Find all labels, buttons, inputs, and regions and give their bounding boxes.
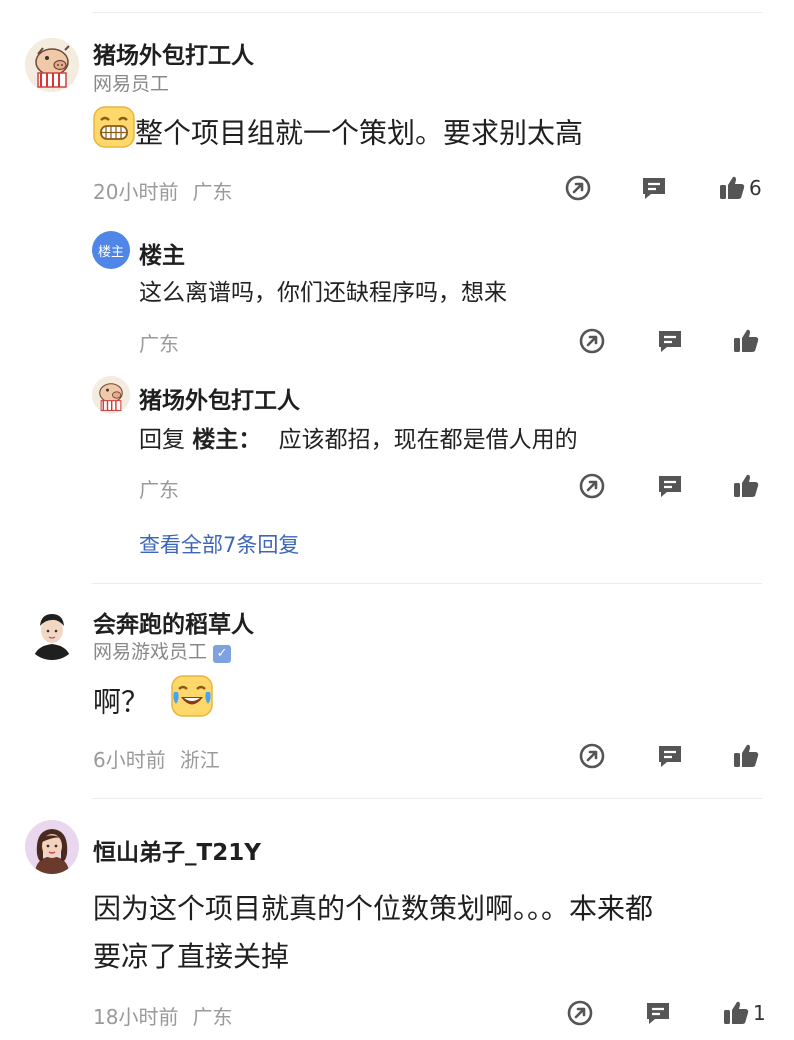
reply-button[interactable] <box>656 326 684 356</box>
laughing-tears-emoji-icon <box>170 674 214 733</box>
reply-button[interactable] <box>656 471 684 501</box>
reply-author[interactable]: 楼主 <box>139 236 185 270</box>
reply-to-user[interactable]: 楼主： <box>192 427 261 453</box>
comment-icon <box>647 1003 669 1024</box>
comment-time: 20小时前 <box>93 180 179 204</box>
comment-icon <box>659 746 681 767</box>
reply-button[interactable] <box>656 741 684 771</box>
reply-button[interactable] <box>644 998 672 1028</box>
like-button[interactable] <box>732 471 760 501</box>
reply-text: 这么离谱吗，你们还缺程序吗，想来 <box>139 280 507 306</box>
reply-location: 广东 <box>139 332 179 356</box>
comment-time: 6小时前 <box>93 748 166 772</box>
thumbs-up-icon <box>734 744 759 767</box>
comment-location: 广东 <box>192 1005 233 1029</box>
comment-text: 因为这个项目就真的个位数策划啊。。。本来都 要凉了直接关掉 <box>93 885 653 981</box>
comment-location: 广东 <box>192 180 233 204</box>
author-title-text: 网易游戏员工 <box>93 641 208 663</box>
share-icon <box>579 743 605 769</box>
like-count: 6 <box>749 176 762 200</box>
avatar-girl[interactable] <box>25 820 79 874</box>
like-button[interactable] <box>732 326 760 356</box>
comment-meta: 6小时前 浙江 <box>93 744 220 773</box>
like-count: 1 <box>753 1001 766 1025</box>
thumbs-up-icon <box>720 176 745 199</box>
verified-badge-icon: ✓ <box>213 645 232 663</box>
avatar-pig[interactable] <box>92 376 130 414</box>
comment-text-body: 整个项目组就一个策划。要求别太高 <box>135 116 584 150</box>
avatar-scarecrow[interactable] <box>25 606 79 660</box>
comment-meta: 18小时前 广东 <box>93 1001 232 1030</box>
share-button[interactable] <box>566 998 594 1028</box>
like-button[interactable] <box>732 741 763 771</box>
reply-author[interactable]: 猪场外包打工人 <box>139 381 300 415</box>
comment-text: 啊？ <box>93 674 214 733</box>
comment-text-body: 啊？ <box>93 685 150 719</box>
comment-icon <box>659 331 681 352</box>
share-button[interactable] <box>578 741 606 771</box>
comment-meta: 20小时前 广东 <box>93 176 232 205</box>
view-all-replies-link[interactable]: 查看全部7条回复 <box>139 529 299 559</box>
comment-author[interactable]: 会奔跑的稻草人 <box>93 605 254 639</box>
top-divider <box>92 12 762 13</box>
thumbs-up-icon <box>734 329 759 352</box>
reply-text: 回复 楼主： 应该都招，现在都是借人用的 <box>139 420 578 454</box>
like-button[interactable]: 1 <box>722 998 766 1028</box>
comment-location: 浙江 <box>179 748 220 772</box>
share-icon <box>565 175 591 201</box>
share-icon <box>567 1000 593 1026</box>
like-button[interactable]: 6 <box>718 173 762 203</box>
share-icon <box>579 328 605 354</box>
reply-body: 应该都招，现在都是借人用的 <box>278 427 578 453</box>
reply-actions <box>560 326 770 356</box>
comment-text-line: 因为这个项目就真的个位数策划啊。。。本来都 <box>93 892 654 925</box>
comment-author[interactable]: 恒山弟子_T21Y <box>93 833 261 867</box>
avatar-op-badge[interactable]: 楼主 <box>92 231 130 269</box>
thumbs-up-icon <box>734 474 759 497</box>
comment-divider <box>92 583 762 584</box>
share-button[interactable] <box>578 471 606 501</box>
comment-actions: 6 <box>560 173 770 203</box>
comment-text-line: 要凉了直接关掉 <box>93 940 290 973</box>
thumbs-up-icon <box>724 1001 749 1024</box>
share-icon <box>579 473 605 499</box>
comment-divider <box>92 798 762 799</box>
share-button[interactable] <box>564 173 592 203</box>
author-title: 网易游戏员工 ✓ <box>93 637 232 664</box>
share-button[interactable] <box>578 326 606 356</box>
reply-prefix: 回复 <box>139 427 185 453</box>
comment-text: 整个项目组就一个策划。要求别太高 <box>93 106 583 163</box>
author-title: 网易员工 <box>93 73 170 95</box>
avatar-pig[interactable] <box>25 38 79 92</box>
avatar-op-label: 楼主 <box>97 244 124 260</box>
comment-author[interactable]: 猪场外包打工人 <box>93 36 254 70</box>
reply-button[interactable] <box>640 173 668 203</box>
reply-location: 广东 <box>139 478 179 502</box>
comment-actions: 1 <box>560 998 770 1028</box>
comment-icon <box>659 476 681 497</box>
comment-icon <box>643 178 665 199</box>
comment-actions <box>560 741 770 771</box>
grinning-emoji-icon <box>93 106 135 163</box>
reply-actions <box>560 471 770 501</box>
comment-time: 18小时前 <box>93 1005 179 1029</box>
